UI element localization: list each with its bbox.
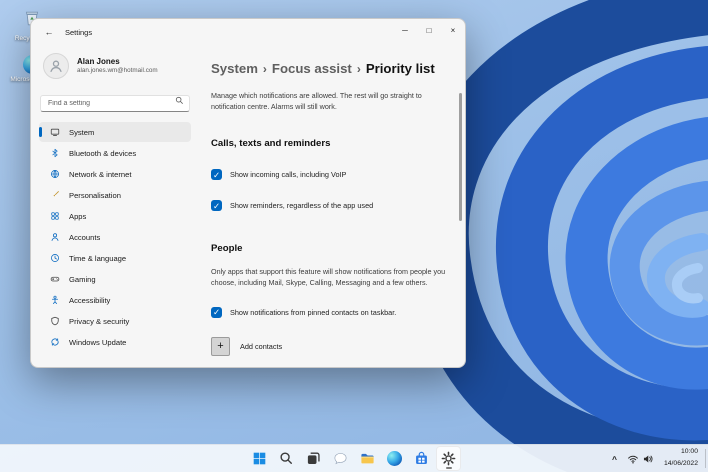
microsoft-store-button[interactable]	[409, 446, 434, 471]
sidebar-item-system[interactable]: System	[39, 122, 191, 142]
bluetooth-icon	[50, 148, 60, 158]
checkbox-checked[interactable]: ✓	[211, 169, 222, 181]
tray-overflow-button[interactable]: ^	[609, 452, 620, 466]
account-profile[interactable]: Alan Jones alan.jones.wm@hotmail.com	[43, 53, 189, 79]
add-contacts-button[interactable]: + Add contacts	[211, 336, 282, 356]
file-explorer-button[interactable]	[355, 446, 380, 471]
breadcrumb: System › Focus assist › Priority list	[211, 61, 447, 76]
task-view-button[interactable]	[301, 446, 326, 471]
breadcrumb-focus-assist[interactable]: Focus assist	[272, 61, 352, 76]
brush-icon	[50, 190, 60, 200]
shield-icon	[50, 316, 60, 326]
chevron-right-icon: ›	[356, 61, 361, 76]
chevron-right-icon: ›	[262, 61, 267, 76]
sidebar-item-accounts[interactable]: Accounts	[39, 227, 191, 247]
avatar	[43, 53, 69, 79]
start-button[interactable]	[247, 446, 272, 471]
check-icon: ✓	[212, 169, 221, 180]
breadcrumb-system[interactable]: System	[211, 61, 258, 76]
profile-email: alan.jones.wm@hotmail.com	[77, 67, 158, 75]
clock[interactable]: 10:00 14/06/2022	[661, 446, 701, 471]
checkbox-row-incoming-calls[interactable]: ✓ Show incoming calls, including VoIP	[211, 169, 447, 181]
folder-icon	[361, 453, 374, 464]
system-tray: ^ 10:00 14/06/2022	[609, 446, 701, 471]
task-view-icon	[307, 452, 320, 464]
tray-time: 10:00	[680, 448, 698, 456]
taskbar-center-icons	[247, 446, 461, 471]
globe-icon	[50, 169, 60, 179]
sidebar-item-accessibility[interactable]: Accessibility	[39, 290, 191, 310]
checkbox-row-reminders[interactable]: ✓ Show reminders, regardless of the app …	[211, 200, 447, 212]
scrollbar-thumb[interactable]	[459, 93, 462, 221]
settings-window: ← Settings ─ □ × Alan Jones alan.jones.w…	[30, 18, 466, 368]
network-volume-button[interactable]	[624, 451, 657, 467]
maximize-button[interactable]: □	[417, 19, 441, 41]
profile-name: Alan Jones	[77, 56, 120, 66]
section-people: People Only apps that support this featu…	[211, 243, 447, 356]
selected-indicator	[39, 127, 42, 137]
back-button[interactable]: ←	[39, 23, 59, 41]
system-icon	[50, 127, 60, 137]
sidebar-item-apps[interactable]: Apps	[39, 206, 191, 226]
search-box	[40, 92, 190, 112]
clock-icon	[50, 253, 60, 263]
section-heading-calls: Calls, texts and reminders	[211, 138, 331, 150]
windows-logo-icon	[253, 452, 266, 465]
tray-date: 14/06/2022	[663, 460, 698, 467]
search-icon	[175, 96, 183, 104]
section-heading-people: People	[211, 243, 243, 255]
update-icon	[50, 337, 60, 347]
person-icon	[50, 232, 60, 242]
people-description: Only apps that support this feature will…	[211, 267, 446, 288]
apps-grid-icon	[50, 211, 60, 221]
page-description: Manage which notifications are allowed. …	[211, 91, 422, 112]
plus-icon: +	[211, 336, 230, 356]
check-icon: ✓	[212, 200, 221, 211]
open-app-indicator	[445, 467, 452, 469]
edge-icon	[387, 451, 402, 466]
sidebar-item-network-internet[interactable]: Network & internet	[39, 164, 191, 184]
breadcrumb-priority-list: Priority list	[365, 61, 435, 76]
volume-icon	[643, 455, 653, 462]
settings-taskbar-button[interactable]	[436, 446, 461, 471]
wifi-icon	[628, 455, 638, 463]
settings-nav: System Bluetooth & devices Network & int…	[31, 122, 199, 352]
sidebar-item-bluetooth-devices[interactable]: Bluetooth & devices	[39, 143, 191, 163]
taskbar-search-button[interactable]	[274, 446, 299, 471]
search-input[interactable]	[40, 95, 190, 112]
desktop: Recycle Bin Microsoft Edge ← Settings ─ …	[0, 0, 708, 472]
sidebar-item-windows-update[interactable]: Windows Update	[39, 332, 191, 352]
sidebar-item-privacy-security[interactable]: Privacy & security	[39, 311, 191, 331]
sidebar-item-time-language[interactable]: Time & language	[39, 248, 191, 268]
accessibility-icon	[50, 295, 60, 305]
gamepad-icon	[50, 274, 60, 284]
sidebar-item-personalisation[interactable]: Personalisation	[39, 185, 191, 205]
checkbox-checked[interactable]: ✓	[211, 306, 222, 318]
search-icon	[280, 452, 292, 464]
chevron-up-icon: ^	[612, 453, 617, 464]
sidebar-item-gaming[interactable]: Gaming	[39, 269, 191, 289]
check-icon: ✓	[212, 306, 221, 317]
window-title: Settings	[65, 27, 93, 37]
section-calls: Calls, texts and reminders ✓ Show incomi…	[211, 138, 447, 212]
edge-button[interactable]	[382, 446, 407, 471]
checkbox-row-pinned-contacts[interactable]: ✓ Show notifications from pinned contact…	[211, 306, 447, 318]
settings-sidebar: Alan Jones alan.jones.wm@hotmail.com Sys…	[31, 45, 199, 367]
chat-bubble-icon	[334, 453, 347, 465]
gear-icon	[441, 451, 456, 466]
chat-button[interactable]	[328, 446, 353, 471]
settings-content: System › Focus assist › Priority list Ma…	[211, 45, 447, 367]
window-controls: ─ □ ×	[393, 19, 465, 41]
checkbox-checked[interactable]: ✓	[211, 200, 222, 212]
minimize-button[interactable]: ─	[393, 19, 417, 41]
taskbar: ^ 10:00 14/06/2022	[0, 444, 708, 472]
close-button[interactable]: ×	[441, 19, 465, 41]
store-bag-icon	[416, 451, 427, 464]
